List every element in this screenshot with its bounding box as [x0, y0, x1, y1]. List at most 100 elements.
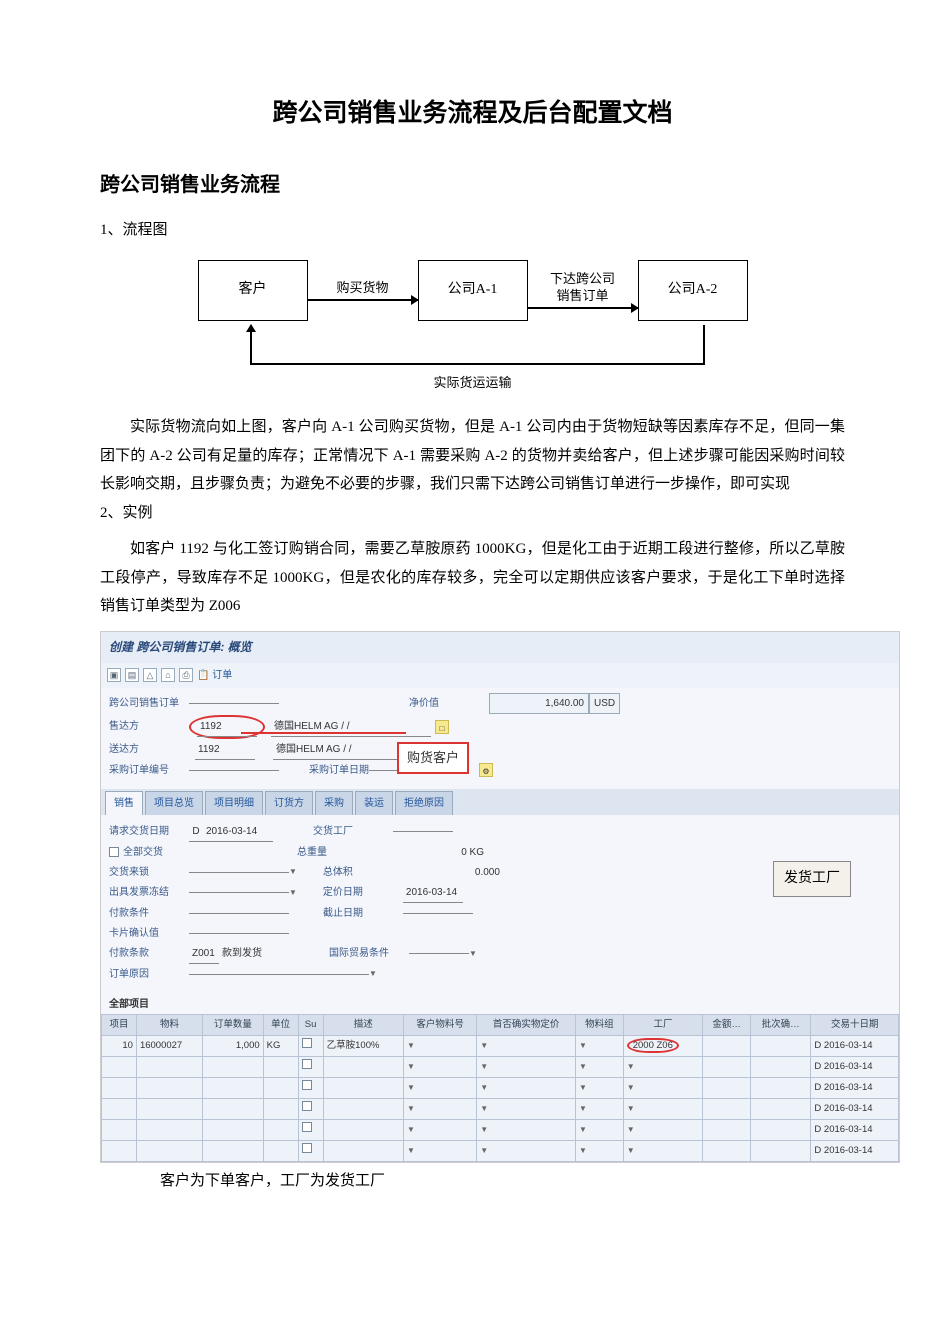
label-order-reason: 订单原因: [109, 965, 189, 984]
col-item[interactable]: 项目: [102, 1014, 137, 1035]
label-incoterms: 付款条款: [109, 944, 189, 963]
field-billing-block[interactable]: [189, 892, 289, 893]
field-order-number[interactable]: [189, 703, 279, 704]
toolbar-icon[interactable]: ▣: [107, 668, 121, 682]
field-volume: 0.000: [403, 863, 503, 882]
tab-item-overview[interactable]: 项目总览: [145, 791, 203, 815]
paragraph-explanation: 实际货物流向如上图，客户向 A-1 公司购买货物，但是 A-1 公司内由于货物短…: [100, 413, 845, 499]
caption-below-screenshot: 客户为下单客户，工厂为发货工厂: [160, 1167, 845, 1196]
field-date-type[interactable]: D: [189, 822, 203, 842]
diagram-box-company-a2: 公司A-2: [638, 260, 748, 321]
col-amount[interactable]: 金额…: [703, 1014, 751, 1035]
diagram-box-customer: 客户: [198, 260, 308, 321]
row-checkbox[interactable]: [302, 1038, 312, 1048]
tab-sales[interactable]: 销售: [105, 791, 143, 815]
config-icon[interactable]: ⚙: [479, 763, 493, 777]
field-shipto[interactable]: 1192: [195, 740, 255, 760]
field-req-date[interactable]: 2016-03-14: [203, 822, 273, 842]
col-matgrp[interactable]: 物料组: [576, 1014, 624, 1035]
sap-tabstrip: 销售 项目总览 项目明细 订货方 采购 装运 拒绝原因: [101, 789, 899, 815]
section-heading-1: 跨公司销售业务流程: [100, 166, 845, 204]
label-deliv-plant: 交货工厂: [313, 822, 393, 841]
diagram-arrow-2: 下达跨公司 销售订单: [528, 271, 638, 309]
table-row[interactable]: ▼▼▼ ▼D 2016-03-14: [102, 1098, 899, 1119]
label-end-date: 截止日期: [323, 904, 403, 923]
col-date[interactable]: 交易十日期: [811, 1014, 899, 1035]
checkbox-full-delivery[interactable]: [109, 847, 119, 857]
subheading-example: 2、实例: [100, 499, 845, 528]
search-help-icon[interactable]: □: [435, 720, 449, 734]
sap-item-grid: 项目 物料 订单数量 单位 Su 描述 客户物料号 首否确实物定价 物料组 工厂…: [101, 1014, 899, 1162]
table-row[interactable]: ▼▼▼ ▼D 2016-03-14: [102, 1056, 899, 1077]
table-row[interactable]: 10160000271,000KG乙草胺100%▼▼▼2000 Z06D 201…: [102, 1035, 899, 1056]
row-checkbox[interactable]: [302, 1122, 312, 1132]
tab-reject-reason[interactable]: 拒绝原因: [395, 791, 453, 815]
field-trade-terms[interactable]: [409, 953, 469, 954]
tab-procurement[interactable]: 采购: [315, 791, 353, 815]
col-material[interactable]: 物料: [136, 1014, 202, 1035]
paragraph-example: 如客户 1192 与化工签订购销合同，需要乙草胺原药 1000KG，但是化工由于…: [100, 535, 845, 621]
row-checkbox[interactable]: [302, 1059, 312, 1069]
tab-ordering-party[interactable]: 订货方: [265, 791, 313, 815]
label-po-number: 采购订单编号: [109, 761, 189, 780]
table-row[interactable]: ▼▼▼ ▼D 2016-03-14: [102, 1119, 899, 1140]
tab-item-detail[interactable]: 项目明细: [205, 791, 263, 815]
diagram-arrow-2-label: 下达跨公司 销售订单: [550, 271, 615, 305]
field-payment-terms[interactable]: [189, 913, 289, 914]
row-checkbox[interactable]: [302, 1101, 312, 1111]
col-pricing[interactable]: 首否确实物定价: [477, 1014, 576, 1035]
tab-shipping[interactable]: 装运: [355, 791, 393, 815]
field-deliv-block[interactable]: [189, 872, 289, 873]
row-checkbox[interactable]: [302, 1143, 312, 1153]
field-incoterm-code[interactable]: Z001: [189, 944, 219, 964]
label-soldto: 售达方: [109, 717, 189, 736]
sap-order-button[interactable]: 📋 订单: [197, 666, 232, 685]
field-card-confirm[interactable]: [189, 933, 289, 934]
table-row[interactable]: ▼▼▼ ▼D 2016-03-14: [102, 1077, 899, 1098]
col-qty[interactable]: 订单数量: [203, 1014, 263, 1035]
col-batch[interactable]: 批次确…: [750, 1014, 810, 1035]
field-soldto[interactable]: 1192: [189, 715, 265, 739]
label-po-date: 采购订单日期: [309, 761, 369, 780]
label-payment-terms: 付款条件: [109, 904, 189, 923]
label-shipto: 送达方: [109, 740, 189, 759]
label-full-delivery: 全部交货: [123, 843, 163, 862]
table-row[interactable]: ▼▼▼ ▼D 2016-03-14: [102, 1140, 899, 1161]
field-deliv-plant[interactable]: [393, 831, 453, 832]
field-total-weight: 0 KG: [377, 843, 487, 862]
label-trade-terms: 国际贸易条件: [329, 944, 409, 963]
label-billing-block: 出具发票冻结: [109, 883, 189, 902]
col-su[interactable]: Su: [298, 1014, 323, 1035]
field-end-date[interactable]: [403, 913, 473, 914]
field-pricing-date[interactable]: 2016-03-14: [403, 883, 463, 903]
field-order-reason[interactable]: [189, 974, 369, 975]
toolbar-icon[interactable]: ⌂: [161, 668, 175, 682]
row-checkbox[interactable]: [302, 1080, 312, 1090]
diagram-return-label: 实际货运运输: [100, 371, 845, 396]
flow-diagram: 客户 购买货物 公司A-1 下达跨公司 销售订单 公司A-2: [100, 260, 845, 321]
sap-window-title: 创建 跨公司销售订单: 概览: [101, 632, 899, 663]
field-net-value: 1,640.00: [489, 693, 589, 714]
subheading-flowchart: 1、流程图: [100, 216, 845, 245]
field-soldto-name: 德国HELM AG / /: [271, 717, 431, 737]
annotation-shipping-plant: 发货工厂: [773, 861, 851, 898]
toolbar-icon[interactable]: △: [143, 668, 157, 682]
sap-toolbar: ▣ ▤ △ ⌂ ⎙ 📋 订单: [101, 663, 899, 688]
col-desc[interactable]: 描述: [323, 1014, 403, 1035]
col-plant[interactable]: 工厂: [623, 1014, 702, 1035]
toolbar-icon[interactable]: ▤: [125, 668, 139, 682]
label-req-deliv-date: 请求交货日期: [109, 822, 189, 841]
grid-header-row: 项目 物料 订单数量 单位 Su 描述 客户物料号 首否确实物定价 物料组 工厂…: [102, 1014, 899, 1035]
field-currency: USD: [589, 693, 620, 714]
grid-title: 全部项目: [109, 999, 149, 1010]
toolbar-icon[interactable]: ⎙: [179, 668, 193, 682]
sap-header-form: 跨公司销售订单 净价值 1,640.00 USD 售达方 1192 德国HELM…: [101, 688, 899, 785]
label-volume: 总体积: [323, 863, 403, 882]
col-custmat[interactable]: 客户物料号: [403, 1014, 476, 1035]
field-po-number[interactable]: [189, 770, 279, 771]
label-net-value: 净价值: [409, 694, 489, 713]
diagram-arrow-1: 购买货物: [308, 280, 418, 301]
label-order: 跨公司销售订单: [109, 694, 189, 713]
col-uom[interactable]: 单位: [263, 1014, 298, 1035]
label-pricing-date: 定价日期: [323, 883, 403, 902]
